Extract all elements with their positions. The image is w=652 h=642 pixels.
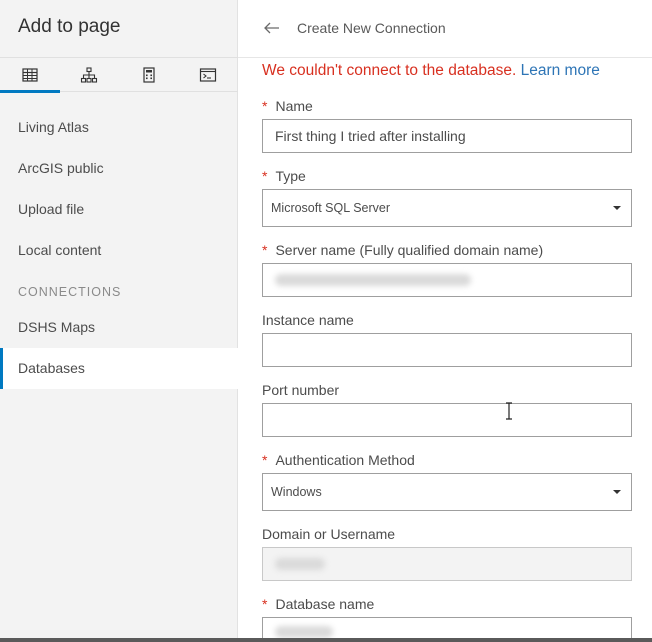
type-select[interactable]: Microsoft SQL Server — [262, 189, 632, 227]
connections-heading: CONNECTIONS — [18, 285, 122, 299]
add-to-page-panel: Add to page Living Atlas ArcGIS public U… — [0, 0, 238, 642]
page-title: Create New Connection — [297, 20, 446, 36]
port-number-field[interactable] — [262, 403, 632, 437]
error-message: We couldn't connect to the database. Lea… — [262, 62, 600, 80]
required-marker: * — [262, 168, 268, 184]
tab-table[interactable] — [0, 58, 60, 93]
terminal-icon — [200, 68, 217, 82]
sidebar-item-arcgis-public[interactable]: ArcGIS public — [0, 148, 238, 189]
text-cursor-icon — [506, 402, 512, 420]
instance-name-field[interactable] — [262, 333, 632, 367]
required-marker: * — [262, 452, 268, 468]
redacted-value — [275, 626, 333, 638]
auth-method-label: * Authentication Method — [262, 452, 415, 468]
sidebar-item-databases[interactable]: Databases — [0, 348, 238, 389]
learn-more-link[interactable]: Learn more — [521, 62, 600, 79]
source-list: Living Atlas ArcGIS public Upload file L… — [0, 107, 238, 389]
table-grid-icon — [22, 68, 38, 82]
tab-terminal[interactable] — [179, 58, 239, 92]
tab-hierarchy[interactable] — [60, 58, 120, 92]
arrow-left-icon[interactable] — [262, 18, 282, 38]
sidebar-item-local-content[interactable]: Local content — [0, 230, 238, 271]
required-marker: * — [262, 596, 268, 612]
sidebar-item-upload-file[interactable]: Upload file — [0, 189, 238, 230]
auth-method-value: Windows — [271, 485, 322, 499]
sidebar-item-living-atlas[interactable]: Living Atlas — [0, 107, 238, 148]
panel-header: Create New Connection — [238, 0, 652, 58]
redacted-value — [275, 558, 325, 570]
required-marker: * — [262, 98, 268, 114]
caret-down-icon — [613, 206, 621, 210]
port-number-label: Port number — [262, 382, 340, 398]
redacted-value — [275, 274, 471, 286]
server-name-label: * Server name (Fully qualified domain nam… — [262, 242, 544, 258]
caret-down-icon — [613, 490, 621, 494]
required-marker: * — [262, 242, 268, 258]
type-label: * Type — [262, 168, 306, 184]
instance-name-label: Instance name — [262, 312, 354, 328]
type-value: Microsoft SQL Server — [271, 201, 391, 215]
calculator-icon — [143, 67, 155, 83]
create-connection-panel: Create New Connection We couldn't connec… — [238, 0, 652, 642]
panel-title: Add to page — [18, 16, 121, 37]
auth-method-select[interactable]: Windows — [262, 473, 632, 511]
window-bottom-edge — [0, 638, 652, 642]
hierarchy-icon — [81, 67, 98, 83]
domain-username-label: Domain or Username — [262, 526, 396, 542]
sidebar-item-dshs-maps[interactable]: DSHS Maps — [0, 307, 238, 348]
server-name-field[interactable] — [262, 263, 632, 297]
source-tabs — [0, 57, 239, 93]
error-text: We couldn't connect to the database. — [262, 62, 517, 79]
tab-calculator[interactable] — [119, 58, 179, 92]
name-label: * Name — [262, 98, 313, 114]
name-field[interactable]: First thing I tried after installing — [262, 119, 632, 153]
database-name-label: * Database name — [262, 596, 375, 612]
domain-username-field[interactable] — [262, 547, 632, 581]
